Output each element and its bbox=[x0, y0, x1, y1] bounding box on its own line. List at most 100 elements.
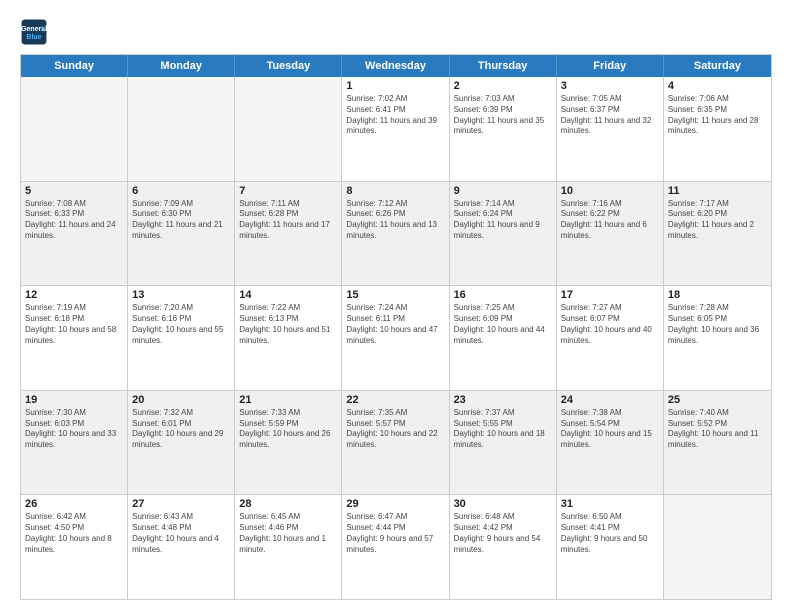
day-cell-30: 30 Sunrise: 6:48 AM Sunset: 4:42 PM Dayli… bbox=[450, 495, 557, 599]
calendar-row-0: 1 Sunrise: 7:02 AM Sunset: 6:41 PM Daylig… bbox=[21, 77, 771, 181]
day-cell-22: 22 Sunrise: 7:35 AM Sunset: 5:57 PM Dayli… bbox=[342, 391, 449, 495]
day-cell-10: 10Sunrise: 7:16 AM Sunset: 6:22 PM Dayli… bbox=[557, 182, 664, 286]
day-number: 9 bbox=[454, 185, 552, 197]
day-cell-24: 24Sunrise: 7:38 AM Sunset: 5:54 PM Dayli… bbox=[557, 391, 664, 495]
day-info: Sunrise: 7:02 AM Sunset: 6:41 PM Dayligh… bbox=[346, 94, 444, 137]
calendar-row-1: 5 Sunrise: 7:08 AM Sunset: 6:33 PM Daylig… bbox=[21, 181, 771, 286]
day-number: 7 bbox=[239, 185, 337, 197]
header-day-wednesday: Wednesday bbox=[342, 55, 449, 77]
day-cell-6: 6Sunrise: 7:09 AM Sunset: 6:30 PM Daylig… bbox=[128, 182, 235, 286]
day-number: 30 bbox=[454, 498, 552, 510]
day-number: 23 bbox=[454, 394, 552, 406]
empty-cell bbox=[235, 77, 342, 181]
day-number: 29 bbox=[346, 498, 444, 510]
empty-cell bbox=[21, 77, 128, 181]
day-number: 21 bbox=[239, 394, 337, 406]
day-number: 1 bbox=[346, 80, 444, 92]
day-cell-31: 31 Sunrise: 6:50 AM Sunset: 4:41 PM Dayli… bbox=[557, 495, 664, 599]
day-number: 2 bbox=[454, 80, 552, 92]
day-number: 10 bbox=[561, 185, 659, 197]
day-cell-16: 16 Sunrise: 7:25 AM Sunset: 6:09 PM Dayli… bbox=[450, 286, 557, 390]
header-day-saturday: Saturday bbox=[664, 55, 771, 77]
day-cell-5: 5 Sunrise: 7:08 AM Sunset: 6:33 PM Daylig… bbox=[21, 182, 128, 286]
calendar-row-3: 19 Sunrise: 7:30 AM Sunset: 6:03 PM Dayli… bbox=[21, 390, 771, 495]
day-number: 20 bbox=[132, 394, 230, 406]
day-info: Sunrise: 7:25 AM Sunset: 6:09 PM Dayligh… bbox=[454, 303, 552, 346]
day-cell-18: 18 Sunrise: 7:28 AM Sunset: 6:05 PM Dayli… bbox=[664, 286, 771, 390]
day-info: Sunrise: 6:45 AM Sunset: 4:46 PM Dayligh… bbox=[239, 512, 337, 555]
day-info: Sunrise: 7:22 AM Sunset: 6:13 PM Dayligh… bbox=[239, 303, 337, 346]
day-cell-4: 4Sunrise: 7:06 AM Sunset: 6:35 PM Daylig… bbox=[664, 77, 771, 181]
day-cell-26: 26Sunrise: 6:42 AM Sunset: 4:50 PM Dayli… bbox=[21, 495, 128, 599]
day-number: 25 bbox=[668, 394, 767, 406]
day-cell-20: 20 Sunrise: 7:32 AM Sunset: 6:01 PM Dayli… bbox=[128, 391, 235, 495]
day-info: Sunrise: 7:30 AM Sunset: 6:03 PM Dayligh… bbox=[25, 408, 123, 451]
day-info: Sunrise: 7:40 AM Sunset: 5:52 PM Dayligh… bbox=[668, 408, 767, 451]
day-info: Sunrise: 6:43 AM Sunset: 4:48 PM Dayligh… bbox=[132, 512, 230, 555]
day-info: Sunrise: 7:32 AM Sunset: 6:01 PM Dayligh… bbox=[132, 408, 230, 451]
day-cell-14: 14 Sunrise: 7:22 AM Sunset: 6:13 PM Dayli… bbox=[235, 286, 342, 390]
svg-text:Blue: Blue bbox=[26, 34, 41, 41]
day-cell-2: 2 Sunrise: 7:03 AM Sunset: 6:39 PM Daylig… bbox=[450, 77, 557, 181]
day-info: Sunrise: 7:27 AM Sunset: 6:07 PM Dayligh… bbox=[561, 303, 659, 346]
day-number: 27 bbox=[132, 498, 230, 510]
day-cell-17: 17Sunrise: 7:27 AM Sunset: 6:07 PM Dayli… bbox=[557, 286, 664, 390]
day-cell-15: 15 Sunrise: 7:24 AM Sunset: 6:11 PM Dayli… bbox=[342, 286, 449, 390]
day-number: 31 bbox=[561, 498, 659, 510]
day-info: Sunrise: 7:08 AM Sunset: 6:33 PM Dayligh… bbox=[25, 199, 123, 242]
day-number: 26 bbox=[25, 498, 123, 510]
header-day-thursday: Thursday bbox=[450, 55, 557, 77]
logo-icon: General Blue bbox=[20, 18, 48, 46]
day-number: 3 bbox=[561, 80, 659, 92]
calendar-row-2: 12Sunrise: 7:19 AM Sunset: 6:18 PM Dayli… bbox=[21, 285, 771, 390]
header-day-friday: Friday bbox=[557, 55, 664, 77]
day-info: Sunrise: 7:20 AM Sunset: 6:16 PM Dayligh… bbox=[132, 303, 230, 346]
day-number: 16 bbox=[454, 289, 552, 301]
day-info: Sunrise: 7:03 AM Sunset: 6:39 PM Dayligh… bbox=[454, 94, 552, 137]
day-cell-7: 7 Sunrise: 7:11 AM Sunset: 6:28 PM Daylig… bbox=[235, 182, 342, 286]
day-number: 13 bbox=[132, 289, 230, 301]
day-info: Sunrise: 7:24 AM Sunset: 6:11 PM Dayligh… bbox=[346, 303, 444, 346]
day-cell-27: 27 Sunrise: 6:43 AM Sunset: 4:48 PM Dayli… bbox=[128, 495, 235, 599]
empty-cell bbox=[128, 77, 235, 181]
day-info: Sunrise: 6:48 AM Sunset: 4:42 PM Dayligh… bbox=[454, 512, 552, 555]
day-info: Sunrise: 7:05 AM Sunset: 6:37 PM Dayligh… bbox=[561, 94, 659, 137]
day-info: Sunrise: 6:50 AM Sunset: 4:41 PM Dayligh… bbox=[561, 512, 659, 555]
header: General Blue bbox=[20, 18, 772, 46]
day-info: Sunrise: 7:17 AM Sunset: 6:20 PM Dayligh… bbox=[668, 199, 767, 242]
header-day-monday: Monday bbox=[128, 55, 235, 77]
day-number: 12 bbox=[25, 289, 123, 301]
day-number: 22 bbox=[346, 394, 444, 406]
day-number: 4 bbox=[668, 80, 767, 92]
day-cell-3: 3 Sunrise: 7:05 AM Sunset: 6:37 PM Daylig… bbox=[557, 77, 664, 181]
day-number: 15 bbox=[346, 289, 444, 301]
day-number: 24 bbox=[561, 394, 659, 406]
day-cell-21: 21 Sunrise: 7:33 AM Sunset: 5:59 PM Dayli… bbox=[235, 391, 342, 495]
header-day-tuesday: Tuesday bbox=[235, 55, 342, 77]
day-number: 5 bbox=[25, 185, 123, 197]
logo: General Blue bbox=[20, 18, 48, 46]
calendar-row-4: 26Sunrise: 6:42 AM Sunset: 4:50 PM Dayli… bbox=[21, 494, 771, 599]
day-number: 19 bbox=[25, 394, 123, 406]
day-cell-13: 13 Sunrise: 7:20 AM Sunset: 6:16 PM Dayli… bbox=[128, 286, 235, 390]
calendar-body: 1 Sunrise: 7:02 AM Sunset: 6:41 PM Daylig… bbox=[21, 77, 771, 599]
day-info: Sunrise: 7:14 AM Sunset: 6:24 PM Dayligh… bbox=[454, 199, 552, 242]
day-cell-9: 9 Sunrise: 7:14 AM Sunset: 6:24 PM Daylig… bbox=[450, 182, 557, 286]
day-info: Sunrise: 7:12 AM Sunset: 6:26 PM Dayligh… bbox=[346, 199, 444, 242]
day-number: 18 bbox=[668, 289, 767, 301]
day-cell-12: 12Sunrise: 7:19 AM Sunset: 6:18 PM Dayli… bbox=[21, 286, 128, 390]
day-info: Sunrise: 7:11 AM Sunset: 6:28 PM Dayligh… bbox=[239, 199, 337, 242]
day-number: 8 bbox=[346, 185, 444, 197]
calendar: SundayMondayTuesdayWednesdayThursdayFrid… bbox=[20, 54, 772, 600]
day-cell-23: 23 Sunrise: 7:37 AM Sunset: 5:55 PM Dayli… bbox=[450, 391, 557, 495]
day-cell-25: 25 Sunrise: 7:40 AM Sunset: 5:52 PM Dayli… bbox=[664, 391, 771, 495]
day-info: Sunrise: 7:33 AM Sunset: 5:59 PM Dayligh… bbox=[239, 408, 337, 451]
day-number: 14 bbox=[239, 289, 337, 301]
day-number: 28 bbox=[239, 498, 337, 510]
day-info: Sunrise: 7:35 AM Sunset: 5:57 PM Dayligh… bbox=[346, 408, 444, 451]
day-cell-28: 28 Sunrise: 6:45 AM Sunset: 4:46 PM Dayli… bbox=[235, 495, 342, 599]
day-info: Sunrise: 7:09 AM Sunset: 6:30 PM Dayligh… bbox=[132, 199, 230, 242]
day-info: Sunrise: 7:28 AM Sunset: 6:05 PM Dayligh… bbox=[668, 303, 767, 346]
day-cell-8: 8 Sunrise: 7:12 AM Sunset: 6:26 PM Daylig… bbox=[342, 182, 449, 286]
day-info: Sunrise: 7:37 AM Sunset: 5:55 PM Dayligh… bbox=[454, 408, 552, 451]
